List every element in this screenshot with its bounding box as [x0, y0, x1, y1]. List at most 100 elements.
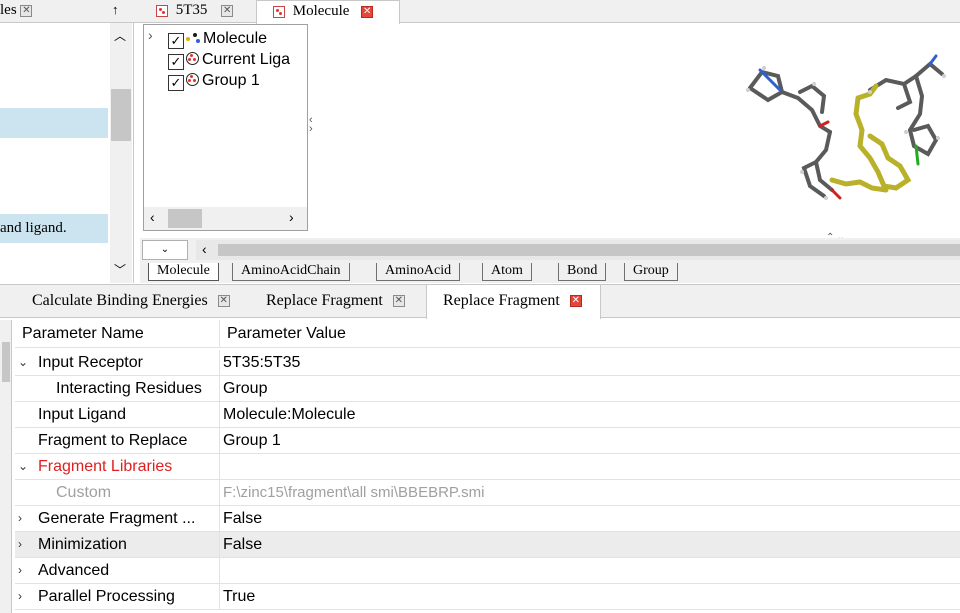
- chevron-right-icon[interactable]: ›: [18, 506, 22, 531]
- tree-horizontal-scrollbar[interactable]: ‹ ›: [144, 207, 307, 230]
- tab-calculate-binding-energies[interactable]: Calculate Binding Energies ✕: [32, 285, 230, 318]
- scroll-right-icon[interactable]: ›: [289, 209, 294, 225]
- tree-item[interactable]: ✓ Molecule: [168, 28, 267, 49]
- molecule-3d-viewer[interactable]: [720, 40, 960, 210]
- scroll-left-icon[interactable]: ‹: [202, 240, 207, 258]
- ligand-structure: [829, 83, 912, 193]
- param-name: Input Receptor: [38, 354, 143, 371]
- left-list-panel: and ligand. ︿ ﹀: [0, 23, 134, 283]
- tree-expand-icon[interactable]: ›: [148, 27, 153, 43]
- viewer-tab-label: Group: [633, 263, 669, 278]
- viewer-tab-strip: ⌄ ‹ Molecule AminoAcidChain AminoAcid At…: [140, 238, 960, 283]
- param-value[interactable]: Molecule:Molecule: [223, 402, 960, 428]
- chevron-down-icon[interactable]: ⌄: [142, 240, 188, 260]
- parameter-tab-strip: Calculate Binding Energies ✕ Replace Fra…: [0, 284, 960, 319]
- param-value[interactable]: True: [223, 584, 960, 610]
- param-name: Interacting Residues: [56, 380, 202, 397]
- molecule-tree: › ✓ Molecule ✓ Current Liga ✓ Group 1 ‹ ›: [143, 24, 308, 231]
- table-row-generate-fragment[interactable]: › Generate Fragment ... False: [15, 506, 960, 532]
- table-row-fragment-libraries[interactable]: ⌄ Fragment Libraries: [15, 454, 960, 480]
- param-name: Advanced: [38, 562, 110, 579]
- table-row-interacting-residues[interactable]: Interacting Residues Group: [15, 376, 960, 402]
- lower-left-gutter: [0, 320, 12, 613]
- param-name: Minimization: [38, 536, 127, 553]
- viewer-tab-label: Bond: [567, 263, 598, 278]
- table-row-input-ligand[interactable]: Input Ligand Molecule:Molecule: [15, 402, 960, 428]
- viewer-tab-aminoacidchain[interactable]: AminoAcidChain: [232, 263, 350, 281]
- param-value[interactable]: Group: [223, 376, 960, 402]
- param-name: Custom: [56, 484, 112, 501]
- chevron-right-icon[interactable]: ›: [18, 532, 22, 557]
- tab-label: Replace Fragment: [443, 292, 560, 309]
- close-icon[interactable]: ✕: [20, 4, 33, 17]
- param-value[interactable]: F:\zinc15\fragment\all smi\BBEBRP.smi: [223, 480, 960, 506]
- scroll-down-icon[interactable]: ﹀: [114, 261, 126, 278]
- close-icon[interactable]: ✕: [361, 5, 374, 18]
- parameter-table: Parameter Name Parameter Value ⌄ Input Re…: [15, 320, 960, 613]
- param-value[interactable]: [223, 454, 960, 480]
- tree-item[interactable]: ✓ Current Liga: [168, 49, 290, 70]
- tree-item-label: Molecule: [203, 30, 268, 47]
- panel-tab-left-label: les: [0, 2, 17, 18]
- scroll-thumb[interactable]: [168, 209, 202, 228]
- pin-icon[interactable]: ↑: [112, 0, 119, 23]
- table-row-input-receptor[interactable]: ⌄ Input Receptor 5T35:5T35: [15, 350, 960, 376]
- list-item-selected[interactable]: [0, 108, 108, 138]
- scroll-thumb[interactable]: [218, 244, 960, 256]
- close-icon[interactable]: ✕: [392, 295, 405, 308]
- column-header-value: Parameter Value: [227, 325, 346, 342]
- tab-molecule[interactable]: Molecule ✕: [256, 0, 400, 24]
- param-value[interactable]: [223, 558, 960, 584]
- close-icon[interactable]: ✕: [569, 295, 582, 308]
- viewer-tab-bond[interactable]: Bond: [558, 263, 607, 281]
- document-tab-strip: les ✕ ↑ 5T35 ✕ Molecule ✕: [0, 0, 960, 24]
- viewer-tab-molecule[interactable]: Molecule: [148, 263, 219, 281]
- ligand-icon: [186, 52, 199, 65]
- param-value[interactable]: 5T35:5T35: [223, 350, 960, 376]
- table-row-custom[interactable]: Custom F:\zinc15\fragment\all smi\BBEBRP…: [15, 480, 960, 506]
- chevron-down-icon[interactable]: ⌄: [18, 454, 28, 479]
- chevron-down-icon[interactable]: ⌄: [18, 350, 28, 375]
- viewer-tab-group[interactable]: Group: [624, 263, 678, 281]
- tab-label: Calculate Binding Energies: [32, 292, 208, 309]
- table-row-parallel-processing[interactable]: › Parallel Processing True: [15, 584, 960, 610]
- tree-checkbox[interactable]: ✓: [168, 75, 184, 91]
- column-header-name: Parameter Name: [15, 320, 220, 348]
- splitter-collapse-icon[interactable]: ‹ ›: [309, 115, 313, 135]
- tree-item-label: Current Liga: [202, 51, 291, 68]
- close-icon[interactable]: ✕: [221, 4, 234, 17]
- table-row-advanced[interactable]: › Advanced: [15, 558, 960, 584]
- tree-checkbox[interactable]: ✓: [168, 54, 184, 70]
- close-icon[interactable]: ✕: [217, 295, 230, 308]
- param-value[interactable]: False: [223, 506, 960, 532]
- panel-tab-left[interactable]: les ✕: [0, 0, 33, 23]
- viewer-tab-aminoacid[interactable]: AminoAcid: [376, 263, 461, 281]
- tab-replace-fragment-1[interactable]: Replace Fragment ✕: [266, 285, 405, 318]
- list-item[interactable]: and ligand.: [0, 214, 108, 243]
- list-item-text: and ligand.: [0, 220, 67, 236]
- param-value[interactable]: False: [223, 532, 960, 558]
- tab-replace-fragment-2[interactable]: Replace Fragment ✕: [426, 285, 601, 319]
- chevron-right-icon[interactable]: ›: [18, 584, 22, 609]
- table-row-fragment-to-replace[interactable]: Fragment to Replace Group 1: [15, 428, 960, 454]
- table-row-minimization[interactable]: › Minimization False: [15, 532, 960, 558]
- scroll-up-icon[interactable]: ︿: [114, 27, 126, 44]
- param-value[interactable]: Group 1: [223, 428, 960, 454]
- scroll-left-icon[interactable]: ‹: [150, 209, 155, 225]
- scroll-thumb[interactable]: [111, 89, 131, 141]
- tree-item[interactable]: ✓ Group 1: [168, 70, 260, 91]
- scroll-thumb[interactable]: [2, 342, 10, 382]
- param-name: Parallel Processing: [38, 588, 175, 605]
- tab-molecule-label: Molecule: [292, 3, 350, 19]
- param-name: Generate Fragment ...: [38, 510, 196, 527]
- tab-label: Replace Fragment: [266, 292, 383, 309]
- tab-5t35[interactable]: 5T35 ✕: [156, 0, 240, 23]
- receptor-structure: [748, 54, 944, 200]
- viewer-horizontal-scrollbar[interactable]: ‹: [196, 240, 960, 260]
- tree-checkbox[interactable]: ✓: [168, 33, 184, 49]
- molecule-file-icon: [156, 4, 168, 17]
- viewer-tab-atom[interactable]: Atom: [482, 263, 532, 281]
- chevron-right-icon[interactable]: ›: [18, 558, 22, 583]
- left-list-scrollbar[interactable]: ︿ ﹀: [110, 23, 132, 283]
- param-name: Input Ligand: [38, 406, 127, 423]
